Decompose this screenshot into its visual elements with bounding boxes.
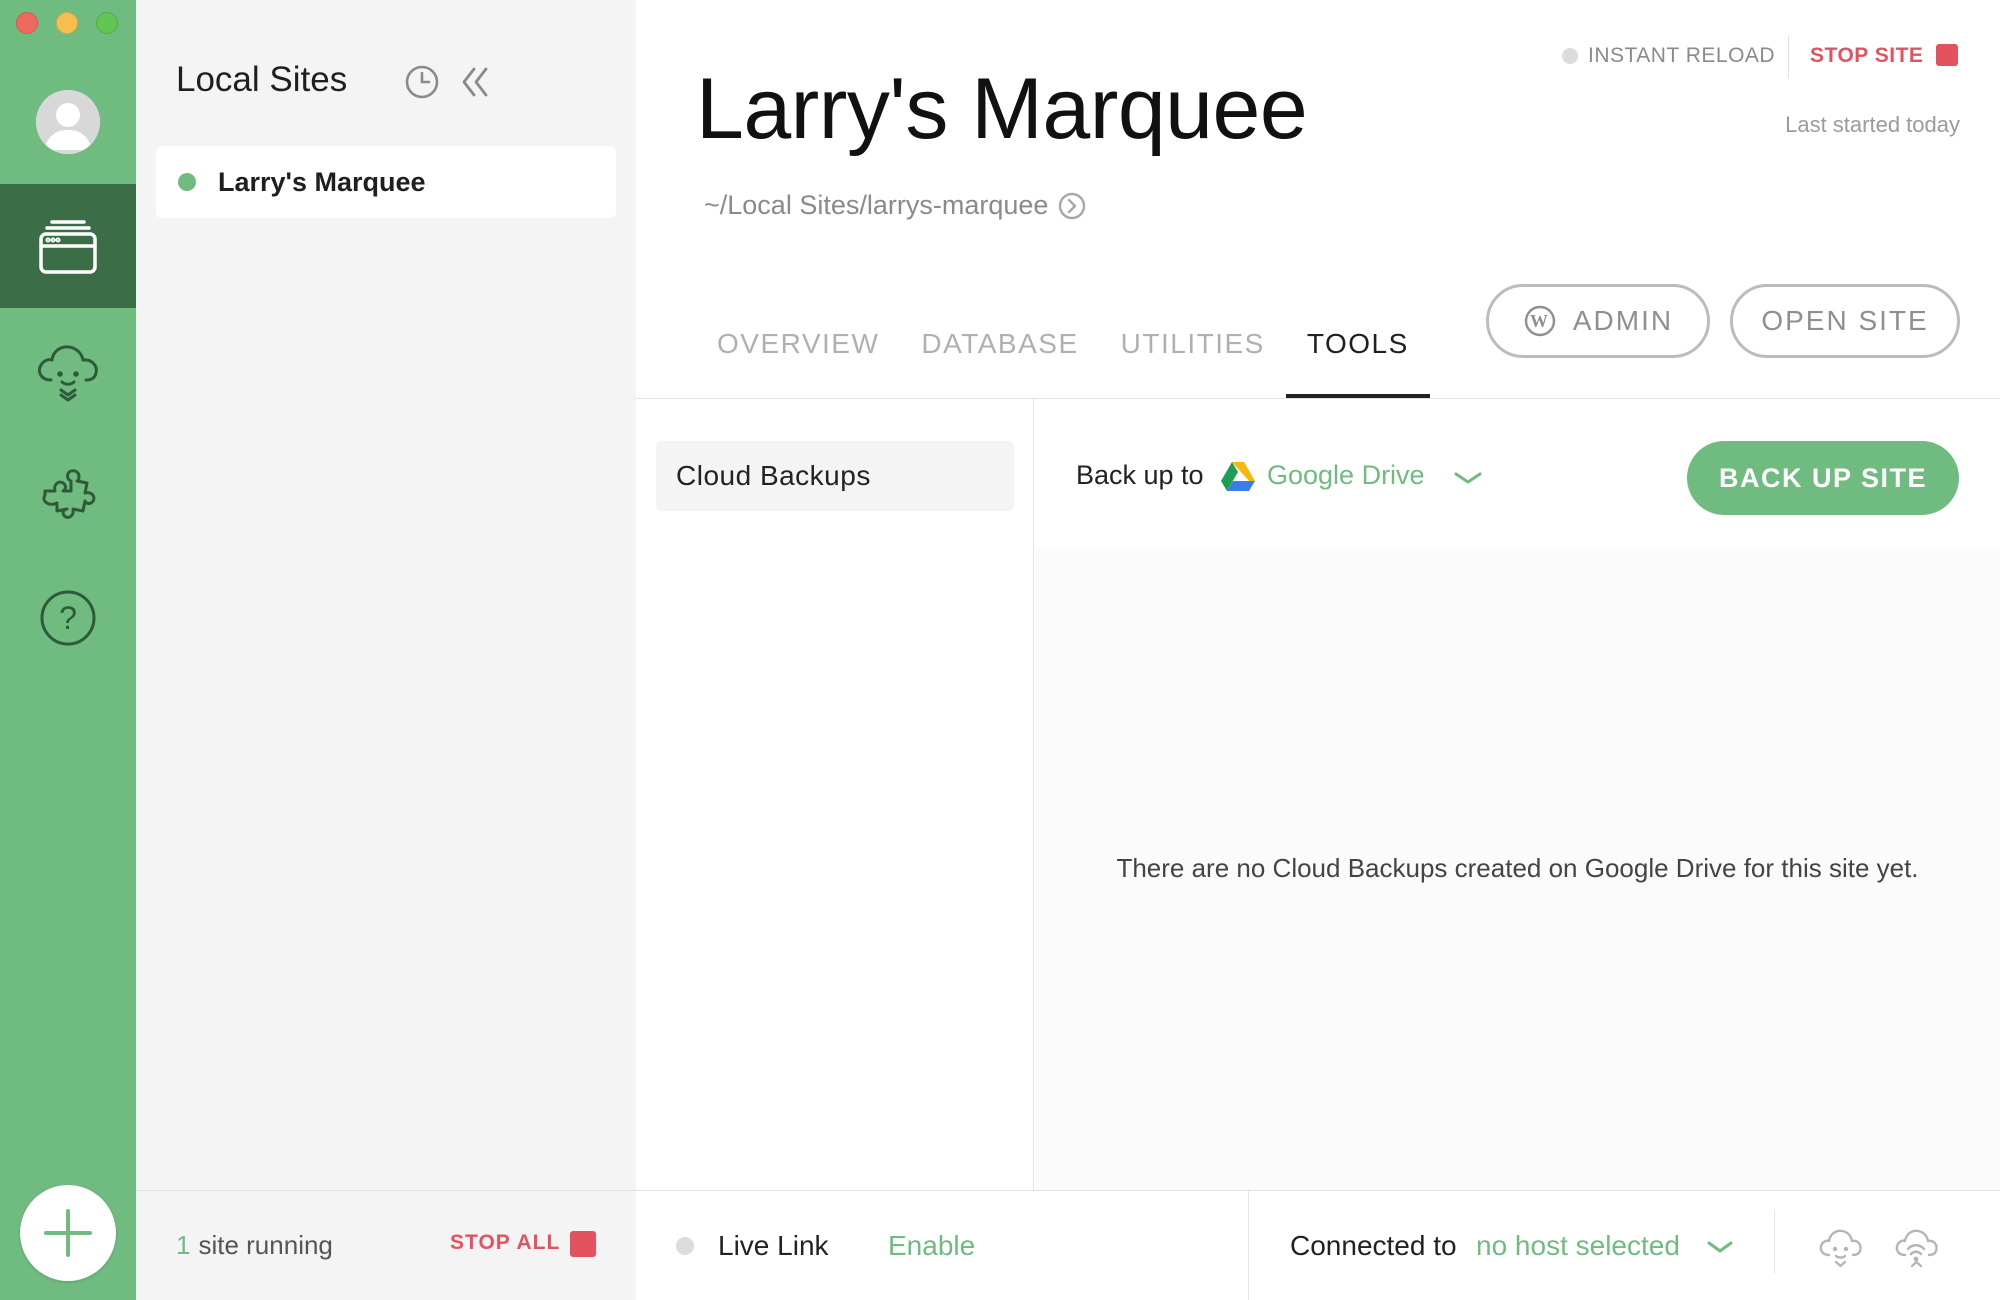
rail-help-button[interactable]: ? bbox=[0, 556, 136, 680]
tab-utilities[interactable]: UTILITIES bbox=[1100, 300, 1286, 398]
chevron-down-icon[interactable] bbox=[1706, 1239, 1734, 1255]
rail-addons-button[interactable] bbox=[0, 432, 136, 556]
site-list-item-name: Larry's Marquee bbox=[218, 166, 426, 197]
site-path: ~/Local Sites/larrys-marquee bbox=[704, 190, 1086, 221]
instant-reload-dot bbox=[1562, 48, 1578, 64]
instant-reload-toggle[interactable]: INSTANT RELOAD bbox=[1588, 44, 1775, 68]
window-zoom-button[interactable] bbox=[96, 12, 118, 34]
app-rail: ? bbox=[0, 0, 136, 1300]
window-close-button[interactable] bbox=[16, 12, 38, 34]
site-running-dot bbox=[178, 173, 196, 191]
collapse-panel-icon[interactable] bbox=[458, 64, 494, 100]
history-clock-icon[interactable] bbox=[404, 64, 440, 100]
backup-bar: Back up to Google Drive BACK UP SITE bbox=[1035, 399, 2000, 549]
plus-icon bbox=[44, 1209, 92, 1257]
help-icon: ? bbox=[40, 590, 96, 646]
stop-site-button[interactable]: STOP SITE bbox=[1810, 44, 1923, 68]
empty-state-message: There are no Cloud Backups created on Go… bbox=[1116, 853, 1919, 883]
main-footer: Live Link Enable Connected to no host se… bbox=[636, 1190, 2000, 1300]
tools-menu-item-cloud-backups[interactable]: Cloud Backups bbox=[656, 441, 1014, 511]
add-site-button[interactable] bbox=[20, 1185, 116, 1281]
back-up-site-button[interactable]: BACK UP SITE bbox=[1687, 441, 1959, 515]
live-link-enable-button[interactable]: Enable bbox=[888, 1230, 975, 1262]
backup-to-label: Back up to bbox=[1076, 460, 1204, 490]
cloud-push-icon[interactable] bbox=[1892, 1225, 1940, 1269]
sites-icon bbox=[39, 220, 97, 274]
svg-text:W: W bbox=[1530, 311, 1550, 331]
site-tabs: OVERVIEW DATABASE UTILITIES TOOLS bbox=[696, 300, 1430, 400]
tab-database[interactable]: DATABASE bbox=[900, 300, 1099, 398]
sites-footer: 1 site running STOP ALL bbox=[136, 1190, 636, 1300]
chevron-down-icon[interactable] bbox=[1453, 469, 1483, 487]
open-site-button-label: OPEN SITE bbox=[1761, 305, 1929, 336]
live-link-label: Live Link bbox=[718, 1230, 829, 1261]
site-list-item[interactable]: Larry's Marquee bbox=[156, 146, 616, 218]
footer-divider bbox=[1774, 1211, 1775, 1273]
site-path-text: ~/Local Sites/larrys-marquee bbox=[704, 190, 1049, 220]
cloud-pull-icon[interactable] bbox=[1816, 1225, 1864, 1269]
host-select[interactable]: no host selected bbox=[1476, 1230, 1680, 1262]
sites-panel: Local Sites Larry's Marquee 1 site runni… bbox=[136, 0, 636, 1300]
user-avatar-icon bbox=[36, 90, 100, 154]
sites-panel-title: Local Sites bbox=[176, 60, 348, 99]
reveal-arrow-icon[interactable] bbox=[1058, 192, 1086, 220]
tab-overview[interactable]: OVERVIEW bbox=[696, 300, 900, 398]
connected-to-label: Connected to bbox=[1290, 1230, 1457, 1261]
rail-sites-button[interactable] bbox=[0, 184, 136, 308]
tab-tools[interactable]: TOOLS bbox=[1285, 300, 1430, 400]
page-title: Larry's Marquee bbox=[696, 61, 1308, 157]
live-link-status-dot bbox=[676, 1237, 694, 1255]
backup-provider-select[interactable]: Google Drive bbox=[1267, 460, 1425, 491]
stop-all-button[interactable]: STOP ALL bbox=[450, 1231, 560, 1255]
google-drive-icon bbox=[1221, 462, 1255, 491]
admin-button[interactable]: W ADMIN bbox=[1486, 284, 1710, 358]
avatar[interactable] bbox=[36, 90, 100, 154]
svg-text:?: ? bbox=[59, 600, 77, 636]
running-label: site running bbox=[198, 1230, 333, 1260]
header-divider bbox=[1788, 36, 1789, 78]
stop-site-square-icon[interactable] bbox=[1936, 44, 1958, 66]
cloud-download-icon bbox=[37, 345, 98, 402]
open-site-button[interactable]: OPEN SITE bbox=[1730, 284, 1960, 358]
window-minimize-button[interactable] bbox=[56, 12, 78, 34]
admin-button-label: ADMIN bbox=[1572, 305, 1674, 336]
running-count: 1 bbox=[176, 1230, 191, 1260]
rail-cloud-button[interactable] bbox=[0, 308, 136, 432]
site-detail: INSTANT RELOAD STOP SITE Last started to… bbox=[636, 0, 2000, 1300]
wordpress-icon: W bbox=[1524, 305, 1556, 337]
last-started-text: Last started today bbox=[1785, 112, 1960, 137]
tools-menu: Cloud Backups bbox=[636, 399, 1034, 1190]
footer-divider bbox=[1248, 1191, 1249, 1300]
stop-all-square-icon[interactable] bbox=[570, 1231, 596, 1257]
cloud-backups-panel: Back up to Google Drive BACK UP SITE The… bbox=[1035, 399, 2000, 1190]
puzzle-icon bbox=[42, 469, 96, 519]
